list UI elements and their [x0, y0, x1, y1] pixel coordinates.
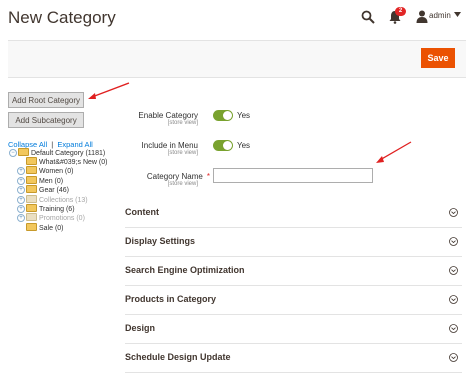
tree-node-women[interactable]: + Women (0)	[17, 166, 74, 176]
page-title: New Category	[8, 8, 116, 27]
chevron-down-icon[interactable]	[454, 12, 461, 17]
expand-node-icon[interactable]: +	[17, 196, 25, 205]
required-marker: *	[206, 172, 210, 181]
folder-icon	[26, 204, 37, 213]
tree-node-sale[interactable]: Sale (0)	[17, 223, 64, 233]
tree-node-men[interactable]: + Men (0)	[17, 176, 63, 186]
chevron-down-circle-icon	[449, 324, 458, 333]
scope-label: [store view]	[167, 150, 198, 156]
include-in-menu-toggle[interactable]	[213, 140, 233, 151]
section-search-engine-optimization[interactable]: Search Engine Optimization	[125, 257, 462, 286]
folder-icon	[26, 166, 37, 175]
chevron-down-circle-icon	[449, 295, 458, 304]
tree-links-separator: |	[51, 140, 54, 149]
folder-icon	[18, 148, 29, 157]
section-content[interactable]: Content	[125, 199, 462, 228]
category-name-label: Category Name *	[146, 172, 210, 181]
scope-label: [store view]	[167, 181, 198, 187]
add-subcategory-button[interactable]: Add Subcategory	[8, 112, 84, 128]
enable-category-value: Yes	[237, 111, 251, 120]
folder-icon	[26, 223, 37, 232]
search-icon[interactable]	[361, 10, 375, 24]
folder-icon	[26, 195, 37, 204]
page-actions-bar	[8, 40, 466, 78]
folder-icon	[26, 176, 37, 185]
enable-category-label: Enable Category	[138, 111, 198, 120]
expand-node-icon[interactable]: +	[17, 167, 25, 176]
folder-icon	[26, 185, 37, 194]
include-in-menu-label: Include in Menu	[141, 141, 198, 150]
save-button[interactable]: Save	[421, 48, 455, 68]
user-icon[interactable]	[416, 10, 428, 23]
arrow-to-add-root-button	[88, 82, 130, 99]
arrow-to-category-name-input	[376, 141, 412, 163]
expand-node-icon[interactable]: +	[17, 186, 25, 195]
chevron-down-circle-icon	[449, 266, 458, 275]
section-design[interactable]: Design	[125, 315, 462, 344]
category-name-input[interactable]	[213, 168, 373, 183]
add-root-category-button[interactable]: Add Root Category	[8, 92, 84, 108]
include-in-menu-value: Yes	[237, 141, 251, 150]
section-schedule-design-update[interactable]: Schedule Design Update	[125, 344, 462, 373]
chevron-down-circle-icon	[449, 208, 458, 217]
tree-node-default-category[interactable]: − Default Category (1181)	[9, 148, 105, 158]
expand-node-icon[interactable]: +	[17, 214, 25, 223]
folder-icon	[26, 157, 37, 166]
chevron-down-circle-icon	[449, 353, 458, 362]
enable-category-toggle[interactable]	[213, 110, 233, 121]
expand-node-icon[interactable]: +	[17, 177, 25, 186]
user-name[interactable]: admin	[429, 11, 451, 20]
section-products-in-category[interactable]: Products in Category	[125, 286, 462, 315]
tree-node-promotions[interactable]: + Promotions (0)	[17, 213, 85, 223]
section-display-settings[interactable]: Display Settings	[125, 228, 462, 257]
folder-icon	[26, 213, 37, 222]
chevron-down-circle-icon	[449, 237, 458, 246]
notification-badge: 2	[395, 7, 406, 16]
tree-node-gear[interactable]: + Gear (46)	[17, 185, 69, 195]
expand-node-icon[interactable]: +	[17, 205, 25, 214]
collapse-node-icon[interactable]: −	[9, 149, 17, 158]
scope-label: [store view]	[167, 120, 198, 126]
expand-all-link[interactable]: Expand All	[57, 140, 92, 149]
